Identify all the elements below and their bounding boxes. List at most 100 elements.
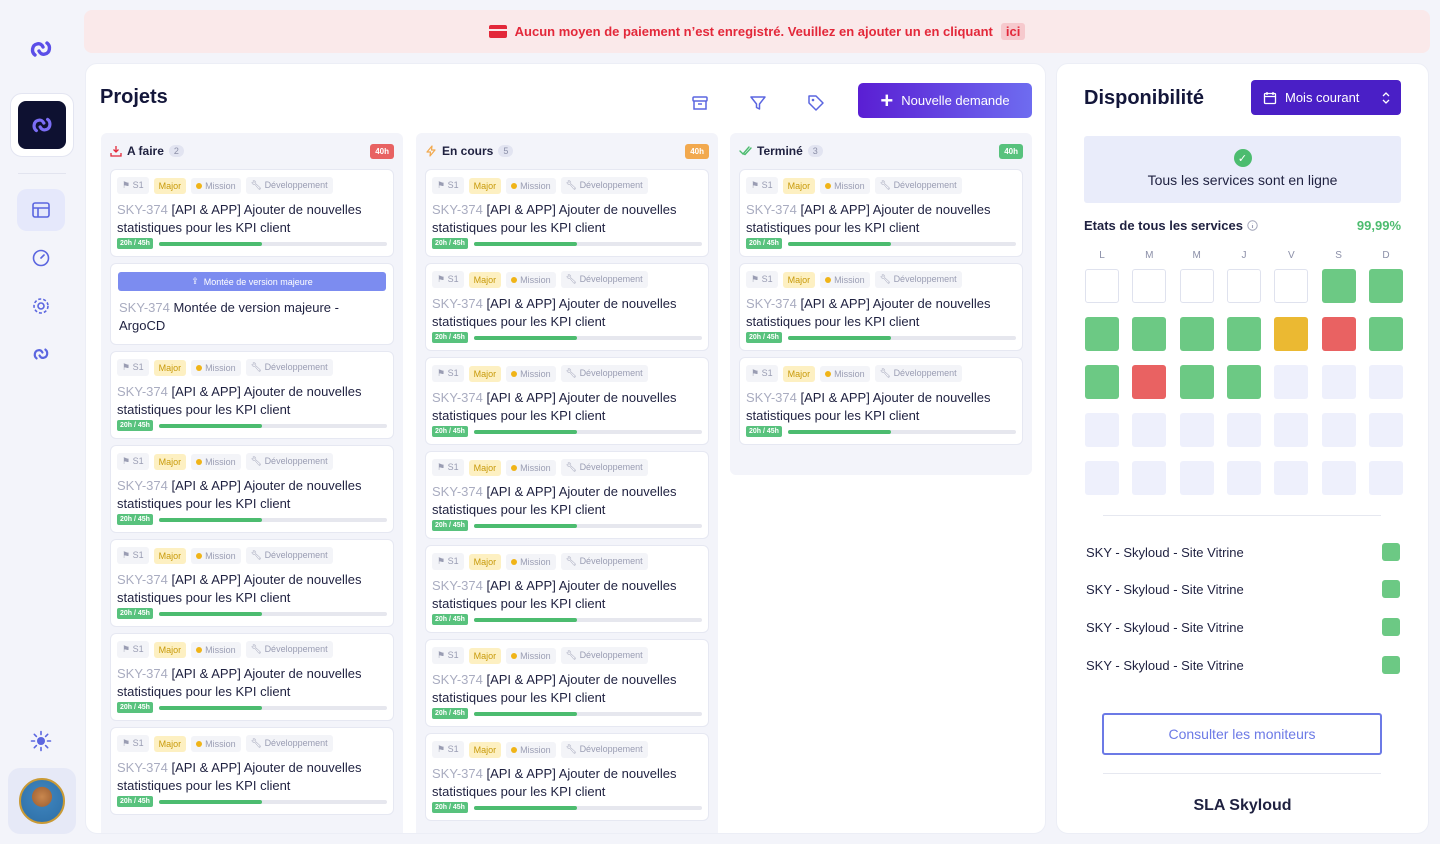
theme-toggle[interactable]	[17, 720, 65, 762]
day-status-cell[interactable]	[1321, 413, 1356, 447]
task-card[interactable]: ⚑ S1 Major Mission 🔧︎ Développement SKY-374 …	[425, 357, 709, 445]
task-progress: 20h / 45h	[432, 708, 702, 719]
availability-panel: Disponibilité Mois courant ✓ Tous les se…	[1056, 63, 1429, 834]
task-title: SKY-374 [API & APP] Ajouter de nouvelles…	[117, 201, 387, 237]
mission-dot-icon	[511, 183, 518, 190]
tag-icon[interactable]	[806, 93, 826, 113]
day-status-cell[interactable]	[1179, 461, 1214, 495]
info-icon[interactable]	[1246, 220, 1258, 231]
day-status-cell[interactable]	[1274, 413, 1309, 447]
workspace-switcher[interactable]	[10, 93, 74, 157]
day-status-cell[interactable]	[1321, 365, 1356, 399]
column-hours: 40h	[685, 143, 709, 159]
task-card[interactable]: ⚑ S1 Major Mission 🔧︎ Développement SKY-374 …	[110, 633, 394, 721]
day-status-cell[interactable]	[1321, 317, 1356, 351]
priority-tag: Major	[468, 647, 502, 664]
task-card[interactable]: ⚑ S1 Major Mission 🔧︎ Développement SKY-374 …	[110, 539, 394, 627]
day-status-cell[interactable]	[1085, 461, 1119, 495]
skyloud-logo-icon[interactable]	[26, 34, 56, 64]
task-card[interactable]: ⚑ S1 Major Mission 🔧︎ Développement SKY-374 …	[425, 639, 709, 727]
day-status-cell[interactable]	[1179, 413, 1214, 447]
day-status-cell[interactable]	[1368, 317, 1403, 351]
sprint-label: S1	[447, 744, 459, 754]
task-title: SKY-374 [API & APP] Ajouter de nouvelles…	[746, 201, 1016, 237]
category-label: Développement	[264, 738, 328, 748]
day-status-cell[interactable]	[1132, 413, 1167, 447]
task-title-line2: statistiques pour les KPI client	[117, 684, 291, 699]
task-card[interactable]: ⚑ S1 Major Mission 🔧︎ Développement SKY-374 …	[739, 263, 1023, 351]
day-status-cell[interactable]	[1132, 365, 1167, 399]
task-card[interactable]: ⚑ S1 Major Mission 🔧︎ Développement SKY-374 …	[425, 169, 709, 257]
new-request-button[interactable]: + Nouvelle demande	[858, 83, 1032, 118]
weekday-label: L	[1099, 250, 1105, 261]
task-card[interactable]: ⚑ S1 Major Mission 🔧︎ Développement SKY-374 …	[110, 445, 394, 533]
service-row[interactable]: SKY - Skyloud - Site Vitrine	[1086, 618, 1400, 636]
day-status-cell[interactable]	[1274, 317, 1309, 351]
task-card[interactable]: ⚑ S1 Major Mission 🔧︎ Développement SKY-374 …	[425, 451, 709, 539]
day-status-cell[interactable]	[1274, 461, 1309, 495]
day-status-cell[interactable]	[1226, 461, 1261, 495]
sprint-label: S1	[761, 368, 773, 378]
day-status-cell[interactable]	[1368, 365, 1403, 399]
task-card[interactable]: ⚑ S1 Major Mission 🔧︎ Développement SKY-374 …	[110, 727, 394, 815]
task-card[interactable]: ⇪ Montée de version majeure SKY-374 Montée…	[110, 263, 394, 345]
banner-link[interactable]: ici	[1000, 23, 1026, 40]
period-select[interactable]: Mois courant	[1251, 80, 1401, 115]
sprint-label: S1	[447, 368, 459, 378]
task-card[interactable]: ⚑ S1 Major Mission 🔧︎ Développement SKY-374 …	[425, 733, 709, 821]
day-status-cell[interactable]	[1321, 461, 1356, 495]
day-status-cell[interactable]	[1085, 365, 1119, 399]
task-card[interactable]: ⚑ S1 Major Mission 🔧︎ Développement SKY-374 …	[739, 169, 1023, 257]
day-status-cell[interactable]	[1368, 413, 1403, 447]
filter-icon[interactable]	[748, 93, 768, 113]
day-status-cell[interactable]	[1368, 461, 1403, 495]
day-status-cell[interactable]	[1085, 413, 1119, 447]
day-status-cell[interactable]	[1179, 269, 1214, 303]
column-todo: A faire 2 40h ⚑ S1 Major Mission 🔧︎ Dévelop…	[101, 133, 403, 833]
day-status-cell[interactable]	[1226, 269, 1261, 303]
task-card[interactable]: ⚑ S1 Major Mission 🔧︎ Développement SKY-374 …	[110, 169, 394, 257]
nav-dashboard[interactable]	[17, 237, 65, 279]
day-status-cell[interactable]	[1132, 317, 1167, 351]
service-row[interactable]: SKY - Skyloud - Site Vitrine	[1086, 580, 1400, 598]
nav-skyloud[interactable]	[17, 333, 65, 375]
day-status-cell[interactable]	[1179, 365, 1214, 399]
nav-projects[interactable]	[17, 189, 65, 231]
archive-icon[interactable]	[690, 93, 710, 113]
day-status-cell[interactable]	[1226, 365, 1261, 399]
nav-settings[interactable]	[17, 285, 65, 327]
column-in-progress: En cours 5 40h ⚑ S1 Major Mission 🔧︎ Dévelo…	[416, 133, 718, 833]
weekday-label: J	[1241, 250, 1247, 261]
task-card[interactable]: ⚑ S1 Major Mission 🔧︎ Développement SKY-374 …	[425, 263, 709, 351]
gear-icon	[33, 298, 49, 314]
day-status-cell[interactable]	[1321, 269, 1356, 303]
service-row[interactable]: SKY - Skyloud - Site Vitrine	[1086, 656, 1400, 674]
day-status-cell[interactable]	[1274, 269, 1309, 303]
service-row[interactable]: SKY - Skyloud - Site Vitrine	[1086, 543, 1400, 561]
day-status-cell[interactable]	[1274, 365, 1309, 399]
day-status-cell[interactable]	[1179, 317, 1214, 351]
day-status-cell[interactable]	[1132, 269, 1167, 303]
category-tag: 🔧︎ Développement	[245, 735, 333, 752]
category-label: Développement	[264, 180, 328, 190]
task-card[interactable]: ⚑ S1 Major Mission 🔧︎ Développement SKY-374 …	[110, 351, 394, 439]
task-card[interactable]: ⚑ S1 Major Mission 🔧︎ Développement SKY-374 …	[739, 357, 1023, 445]
day-status-cell[interactable]	[1368, 269, 1403, 303]
sprint-label: S1	[447, 180, 459, 190]
consult-monitors-button[interactable]: Consulter les moniteurs	[1102, 713, 1382, 755]
day-status-cell[interactable]	[1085, 269, 1119, 303]
day-status-cell[interactable]	[1226, 413, 1261, 447]
upgrade-button[interactable]: ⇪ Montée de version majeure	[118, 272, 386, 291]
type-tag: Mission	[506, 365, 556, 382]
task-card[interactable]: ⚑ S1 Major Mission 🔧︎ Développement SKY-374 …	[425, 545, 709, 633]
day-status-cell[interactable]	[1226, 317, 1261, 351]
day-status-cell[interactable]	[1132, 461, 1167, 495]
day-status-cell[interactable]	[1085, 317, 1119, 351]
task-key: SKY-374	[117, 384, 168, 399]
mission-dot-icon	[511, 559, 518, 566]
task-progress: 20h / 45h	[432, 238, 702, 249]
priority-tag: Major	[468, 177, 502, 194]
category-label: Développement	[893, 368, 957, 378]
progress-fill	[787, 241, 891, 246]
user-menu[interactable]	[8, 768, 76, 834]
